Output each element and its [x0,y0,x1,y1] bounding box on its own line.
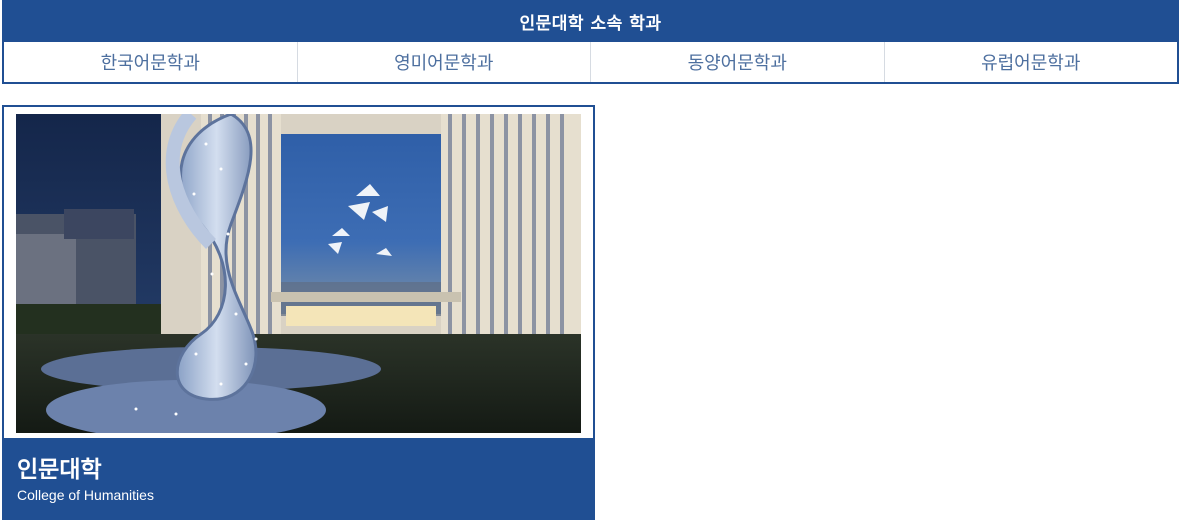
campus-night-photo [16,114,581,433]
department-nav: 인문대학 소속 학과 한국어문학과 영미어문학과 동양어문학과 유럽어문학과 [2,0,1179,84]
tab-european-language-literature[interactable]: 유럽어문학과 [884,42,1177,82]
college-card[interactable]: 인문대학 College of Humanities [2,105,595,520]
tab-english-language-literature[interactable]: 영미어문학과 [297,42,591,82]
college-photo [16,114,581,433]
department-nav-header: 인문대학 소속 학과 [4,0,1177,42]
college-caption: 인문대학 College of Humanities [4,438,593,520]
tab-asian-language-literature[interactable]: 동양어문학과 [591,42,885,82]
college-title: 인문대학 [17,457,102,483]
college-subtitle: College of Humanities [17,487,154,503]
tab-korean-language-literature[interactable]: 한국어문학과 [4,42,298,82]
department-tabs: 한국어문학과 영미어문학과 동양어문학과 유럽어문학과 [4,42,1177,82]
